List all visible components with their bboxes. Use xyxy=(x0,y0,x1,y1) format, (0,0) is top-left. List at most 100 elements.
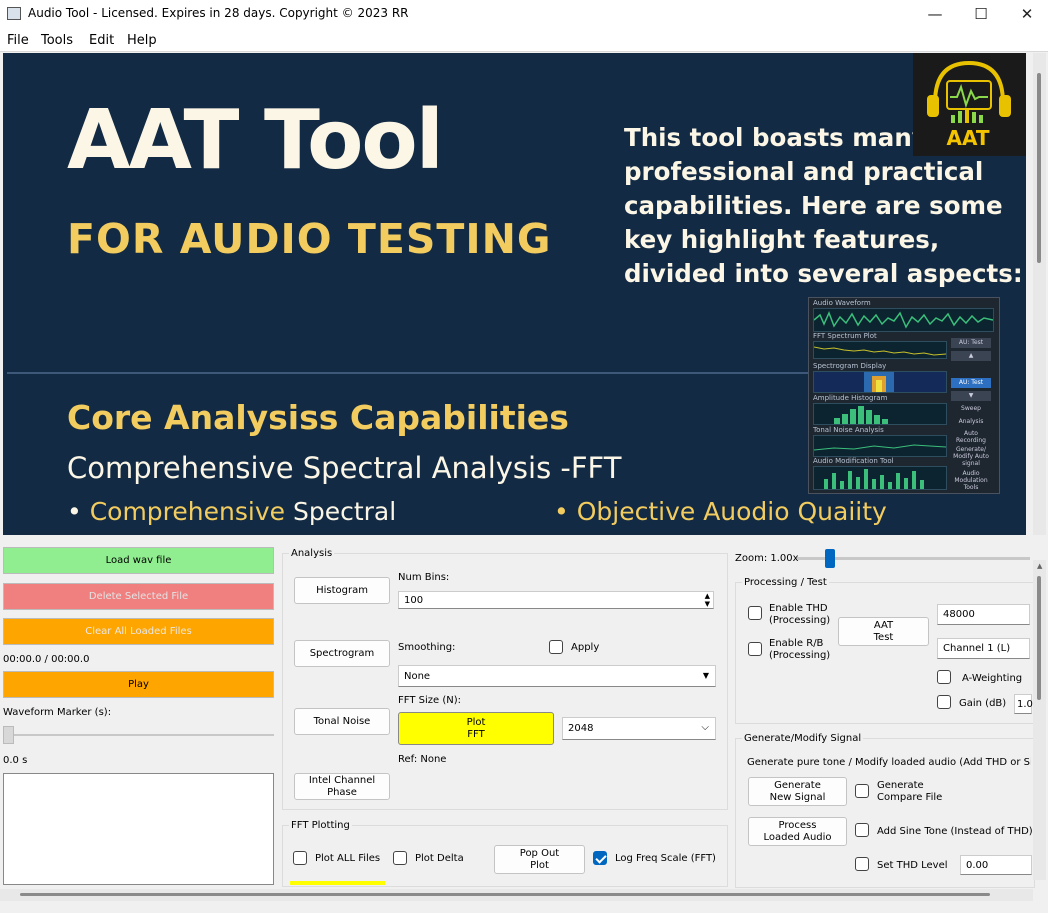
banner-scrollbar-thumb[interactable] xyxy=(1037,73,1041,263)
app-icon xyxy=(7,7,21,20)
compare-file-label: Generate Compare File xyxy=(877,780,943,803)
pop-out-plot-button[interactable]: Pop Out Plot xyxy=(494,845,585,874)
fft-size-label: FFT Size (N): xyxy=(398,695,461,706)
banner-image: AAT Tool FOR AUDIO TESTING This tool boa… xyxy=(3,53,1026,535)
thumb-label: Amplitude Histogram xyxy=(813,394,888,402)
menu-tools[interactable]: Tools xyxy=(41,33,73,48)
thumb-button: Generate/ Modify Auto signal xyxy=(953,446,989,467)
spectrogram-graphic xyxy=(864,372,894,392)
panel-scrollbar[interactable]: ▲ xyxy=(1033,560,1046,880)
fft-size-select[interactable]: 2048 ⌵ xyxy=(562,717,716,740)
delete-file-button[interactable]: Delete Selected File xyxy=(3,583,274,610)
add-sine-checkbox[interactable] xyxy=(855,823,869,837)
zoom-label: Zoom: 1.00x xyxy=(735,553,799,564)
smoothing-select[interactable]: None ▼ xyxy=(398,665,716,687)
bullet-2-text: Objective Auodio Quaiity xyxy=(576,497,887,526)
apply-label: Apply xyxy=(571,642,600,653)
generate-signal-button[interactable]: Generate New Signal xyxy=(748,777,847,806)
channel-select[interactable]: Channel 1 (L) xyxy=(937,638,1030,659)
bullet-1: • Comprehensive Spectral xyxy=(67,497,397,526)
aat-logo: AAT xyxy=(913,53,1026,156)
fft-graphic xyxy=(813,346,947,356)
plot-delta-label: Plot Delta xyxy=(415,853,464,864)
minimize-icon[interactable]: — xyxy=(912,2,958,26)
feature-thumbnail: Audio Waveform FFT Spectrum Plot Spectro… xyxy=(808,297,1000,494)
tonal-graphic xyxy=(813,444,947,451)
spin-arrows-icon[interactable]: ▲ ▼ xyxy=(705,592,710,608)
compare-file-checkbox[interactable] xyxy=(855,784,869,798)
log-freq-checkbox[interactable] xyxy=(593,851,607,865)
gain-field[interactable]: 1.0 xyxy=(1014,694,1033,714)
thumb-label: Tonal Noise Analysis xyxy=(813,426,884,434)
tonal-noise-button[interactable]: Tonal Noise xyxy=(294,708,390,735)
maximize-icon[interactable]: ☐ xyxy=(958,2,1004,26)
a-weighting-label: A-Weighting xyxy=(962,673,1023,684)
menu-edit[interactable]: Edit xyxy=(89,33,114,48)
a-weighting-checkbox[interactable] xyxy=(937,670,951,684)
zoom-slider[interactable] xyxy=(797,549,1030,568)
sample-rate-value: 48000 xyxy=(943,609,975,620)
thumb-spectrogram xyxy=(813,371,947,393)
sample-rate-field[interactable]: 48000 xyxy=(937,604,1030,625)
thumb-modification xyxy=(813,466,947,490)
thumb-button: ▼ xyxy=(951,391,991,401)
zoom-slider-handle[interactable] xyxy=(825,549,835,568)
aat-test-button[interactable]: AAT Test xyxy=(838,617,929,646)
load-wav-button[interactable]: Load wav file xyxy=(3,547,274,574)
spectrogram-button[interactable]: Spectrogram xyxy=(294,640,390,667)
ref-label: Ref: None xyxy=(398,754,447,765)
close-icon[interactable]: ✕ xyxy=(1004,2,1048,26)
menu-help[interactable]: Help xyxy=(127,33,157,48)
generate-title: Generate/Modify Signal xyxy=(742,733,864,744)
file-list[interactable] xyxy=(3,773,274,885)
gain-value: 1.0 xyxy=(1017,698,1033,710)
smoothing-value: None xyxy=(404,670,431,682)
thumb-label: Audio Modification Tool xyxy=(813,457,894,465)
thd-level-value: 0.00 xyxy=(966,859,989,871)
banner-scrollbar[interactable] xyxy=(1033,53,1046,535)
channel-phase-button[interactable]: Intel Channel Phase xyxy=(294,773,390,800)
enable-rb-checkbox[interactable] xyxy=(748,642,762,656)
scroll-up-icon[interactable]: ▲ xyxy=(1037,562,1042,570)
plot-all-label: Plot ALL Files xyxy=(315,853,381,864)
enable-thd-checkbox[interactable] xyxy=(748,606,762,620)
horizontal-scrollbar[interactable] xyxy=(0,889,1033,901)
menu-bar: File Tools Edit Help xyxy=(0,28,1048,52)
marker-slider[interactable] xyxy=(3,726,274,744)
histogram-button[interactable]: Histogram xyxy=(294,577,390,604)
enable-thd-label: Enable THD (Processing) xyxy=(769,603,831,626)
play-button[interactable]: Play xyxy=(3,671,274,698)
channel-value: Channel 1 (L) xyxy=(943,643,1011,654)
plot-fft-button[interactable]: Plot FFT xyxy=(398,712,554,745)
clear-files-button[interactable]: Clear All Loaded Files xyxy=(3,618,274,645)
gain-label: Gain (dB) xyxy=(959,698,1007,709)
thd-level-field[interactable]: 0.00 xyxy=(960,855,1032,875)
thumb-button: Sweep xyxy=(961,405,981,412)
partial-yellow-button[interactable] xyxy=(290,881,385,885)
title-bar: Audio Tool - Licensed. Expires in 28 day… xyxy=(0,0,1048,28)
thumb-button: Audio Modulation Tools xyxy=(954,470,988,491)
plot-delta-checkbox[interactable] xyxy=(393,851,407,865)
log-freq-label: Log Freq Scale (FFT) xyxy=(615,853,716,864)
marker-label: Waveform Marker (s): xyxy=(3,707,112,718)
panel-scrollbar-thumb[interactable] xyxy=(1037,576,1041,700)
thumb-tonal xyxy=(813,435,947,457)
thumb-label: Audio Waveform xyxy=(813,299,871,307)
set-thd-checkbox[interactable] xyxy=(855,857,869,871)
thumb-fft xyxy=(813,341,947,359)
process-audio-button[interactable]: Process Loaded Audio xyxy=(748,817,847,846)
smoothing-label: Smoothing: xyxy=(398,642,456,653)
horizontal-scrollbar-thumb[interactable] xyxy=(20,893,990,896)
core-heading: Core Analysiss Capabilities xyxy=(67,398,569,437)
plot-all-checkbox[interactable] xyxy=(293,851,307,865)
time-readout: 00:00.0 / 00:00.0 xyxy=(3,654,90,665)
menu-file[interactable]: File xyxy=(7,33,29,48)
apply-checkbox[interactable] xyxy=(549,640,563,654)
thumb-button: Analysis xyxy=(958,418,984,425)
analysis-title: Analysis xyxy=(289,548,335,559)
num-bins-spinbox[interactable]: 100 ▲ ▼ xyxy=(398,591,714,609)
gain-checkbox[interactable] xyxy=(937,695,951,709)
num-bins-value: 100 xyxy=(404,594,424,606)
marker-slider-handle[interactable] xyxy=(3,726,14,744)
bullet-1-white: Spectral xyxy=(285,497,397,526)
